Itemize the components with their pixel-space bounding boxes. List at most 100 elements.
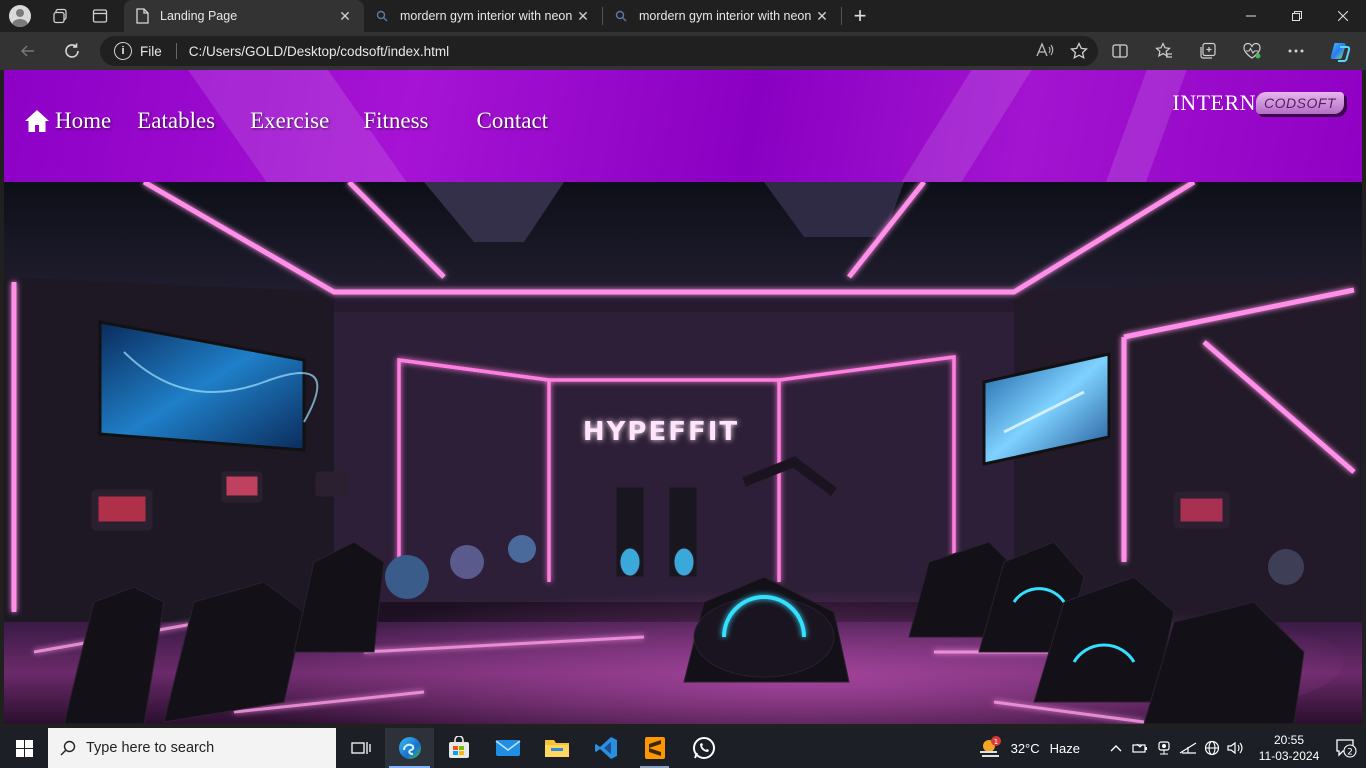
show-hidden-icons-chevron-icon[interactable] — [1104, 744, 1128, 752]
split-screen-button[interactable] — [1098, 32, 1142, 70]
workspaces-button[interactable] — [40, 0, 80, 32]
taskbar-sublime[interactable] — [630, 728, 679, 768]
nav-eatables[interactable]: Eatables — [137, 108, 215, 134]
address-divider — [175, 43, 177, 59]
brand-codsoft-badge: CODSOFT — [1256, 92, 1344, 114]
browser-essentials-button[interactable] — [1230, 32, 1274, 70]
nav-contact[interactable]: Contact — [477, 108, 549, 134]
nav-home[interactable]: Home — [24, 108, 111, 134]
close-tab-icon[interactable]: ✕ — [813, 7, 831, 25]
system-clock[interactable]: 20:55 11-03-2024 — [1252, 732, 1326, 764]
tab-landing-page[interactable]: Landing Page ✕ — [124, 0, 364, 32]
read-aloud-icon[interactable] — [1036, 42, 1054, 58]
taskbar-file-explorer[interactable] — [532, 728, 581, 768]
workspaces-icon — [53, 8, 67, 24]
split-screen-icon — [1112, 44, 1128, 58]
brand-intern-text: INTERN — [1172, 90, 1257, 115]
avatar — [9, 5, 31, 27]
windows-taskbar: Type here to search 1 32°C Haze 20:55 11… — [0, 728, 1366, 768]
collections-button[interactable] — [1186, 32, 1230, 70]
minimize-icon — [1246, 15, 1256, 17]
notification-center-button[interactable]: 2 — [1326, 728, 1366, 768]
browser-tab-strip: Landing Page ✕ mordern gym interior with… — [0, 0, 1366, 32]
search-icon — [613, 8, 629, 24]
close-icon — [1338, 11, 1348, 21]
browser-toolbar: i File C:/Users/GOLD/Desktop/codsoft/ind… — [0, 32, 1366, 70]
edge-icon — [398, 737, 421, 759]
copilot-icon — [1330, 43, 1351, 62]
brand-logo: INTERN CODSOFT — [1172, 90, 1344, 116]
tab-title: mordern gym interior with neon — [639, 9, 812, 23]
back-button[interactable] — [8, 32, 48, 70]
close-window-button[interactable] — [1320, 0, 1366, 32]
nav-home-label: Home — [55, 108, 112, 133]
favorites-button[interactable] — [1142, 32, 1186, 70]
nav-exercise-label: Exercise — [250, 108, 330, 133]
vscode-icon — [594, 737, 617, 759]
close-tab-icon[interactable]: ✕ — [336, 7, 354, 25]
tab-title: Landing Page — [160, 9, 238, 23]
taskbar-store[interactable] — [434, 728, 483, 768]
taskbar-whatsapp[interactable] — [679, 728, 728, 768]
new-tab-button[interactable]: + — [842, 0, 878, 32]
gym-sign-text: HYPEFFIT — [583, 417, 739, 447]
network-off-icon[interactable] — [1176, 741, 1200, 755]
heart-pulse-icon — [1243, 42, 1261, 59]
folder-icon — [544, 740, 569, 757]
mail-icon — [495, 740, 520, 756]
profile-button[interactable] — [0, 0, 40, 32]
light-beam — [1073, 70, 1194, 182]
copilot-button[interactable] — [1318, 32, 1362, 70]
clock-date: 11-03-2024 — [1258, 749, 1320, 763]
weather-condition: Haze — [1049, 740, 1080, 756]
nav-exercise[interactable]: Exercise — [250, 108, 329, 134]
store-icon — [448, 736, 469, 758]
tab-gym-search-1[interactable]: mordern gym interior with neon ✕ — [364, 0, 602, 32]
nav-fitness[interactable]: Fitness — [363, 108, 428, 134]
restore-button[interactable] — [1274, 0, 1320, 32]
search-placeholder: Type here to search — [86, 740, 215, 756]
weather-widget[interactable]: 1 32°C Haze — [977, 736, 1080, 760]
notification-count: 2 — [1347, 748, 1353, 758]
tab-title: mordern gym interior with neon — [400, 9, 573, 23]
page-viewport: Home Eatables Exercise Fitness Contact I… — [4, 70, 1362, 724]
clock-time: 20:55 — [1273, 733, 1305, 747]
start-button[interactable] — [0, 728, 48, 768]
battery-icon[interactable] — [1128, 742, 1152, 754]
address-bar[interactable]: i File C:/Users/GOLD/Desktop/codsoft/ind… — [100, 36, 1098, 66]
taskbar-search-box[interactable]: Type here to search — [48, 728, 336, 768]
hero-gym-image: HYPEFFIT — [4, 182, 1362, 724]
favorites-icon — [1155, 42, 1172, 58]
task-view-button[interactable] — [336, 728, 385, 768]
site-navbar: Home Eatables Exercise Fitness Contact I… — [4, 70, 1362, 182]
task-view-icon — [350, 742, 371, 754]
favorite-star-icon[interactable] — [1070, 42, 1088, 60]
weather-haze-icon: 1 — [979, 736, 1001, 757]
search-icon — [60, 740, 76, 756]
refresh-button[interactable] — [52, 32, 92, 70]
close-tab-icon[interactable]: ✕ — [574, 7, 592, 25]
notification-icon: 2 — [1336, 739, 1357, 758]
scheme-label: File — [140, 43, 162, 59]
windows-logo-icon — [15, 739, 33, 757]
refresh-icon — [65, 43, 79, 58]
taskbar-mail[interactable] — [483, 728, 532, 768]
tab-gym-search-2[interactable]: mordern gym interior with neon ✕ — [603, 0, 841, 32]
whatsapp-icon — [692, 737, 715, 759]
taskbar-edge[interactable] — [385, 728, 434, 768]
tab-actions-icon — [92, 9, 108, 23]
url-text: C:/Users/GOLD/Desktop/codsoft/index.html — [188, 43, 450, 59]
light-beam — [846, 70, 1044, 182]
site-info-icon[interactable]: i — [114, 42, 132, 60]
tab-actions-button[interactable] — [80, 0, 120, 32]
settings-more-button[interactable] — [1274, 32, 1318, 70]
volume-icon[interactable] — [1224, 741, 1248, 755]
webcam-icon[interactable] — [1152, 740, 1176, 756]
weather-temp: 32°C — [1010, 740, 1040, 756]
taskbar-vscode[interactable] — [581, 728, 630, 768]
nav-fitness-label: Fitness — [363, 108, 429, 133]
page-icon — [134, 8, 150, 24]
language-globe-icon[interactable] — [1200, 740, 1224, 756]
more-dots-icon — [1288, 49, 1304, 53]
minimize-button[interactable] — [1228, 0, 1274, 32]
